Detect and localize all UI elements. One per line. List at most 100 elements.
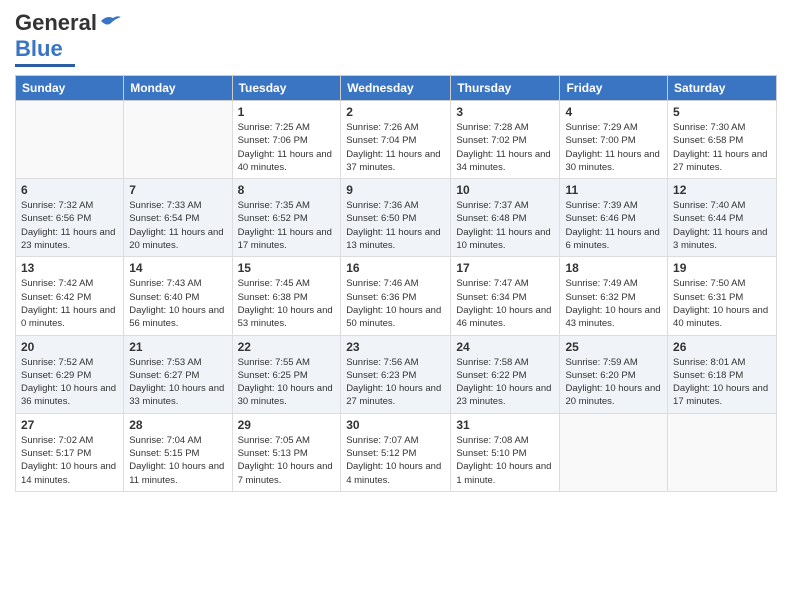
calendar-cell: 22 Sunrise: 7:55 AMSunset: 6:25 PMDayligh…	[232, 335, 341, 413]
day-number: 20	[21, 340, 118, 354]
weekday-header-thursday: Thursday	[451, 76, 560, 101]
day-info: Sunrise: 7:45 AMSunset: 6:38 PMDaylight:…	[238, 277, 336, 330]
weekday-header-monday: Monday	[124, 76, 232, 101]
day-number: 3	[456, 105, 554, 119]
day-info: Sunrise: 7:52 AMSunset: 6:29 PMDaylight:…	[21, 356, 118, 409]
calendar-cell: 10 Sunrise: 7:37 AMSunset: 6:48 PMDayligh…	[451, 179, 560, 257]
calendar-week-row: 27 Sunrise: 7:02 AMSunset: 5:17 PMDayligh…	[16, 413, 777, 491]
calendar-cell	[16, 101, 124, 179]
day-number: 16	[346, 261, 445, 275]
calendar-cell: 30Sunrise: 7:07 AMSunset: 5:12 PMDayligh…	[341, 413, 451, 491]
calendar-cell: 3 Sunrise: 7:28 AMSunset: 7:02 PMDaylight…	[451, 101, 560, 179]
calendar-cell: 18Sunrise: 7:49 AMSunset: 6:32 PMDayligh…	[560, 257, 668, 335]
day-number: 5	[673, 105, 771, 119]
calendar-cell: 20 Sunrise: 7:52 AMSunset: 6:29 PMDayligh…	[16, 335, 124, 413]
weekday-header-saturday: Saturday	[668, 76, 777, 101]
calendar-cell: 8 Sunrise: 7:35 AMSunset: 6:52 PMDaylight…	[232, 179, 341, 257]
calendar-cell: 1 Sunrise: 7:25 AMSunset: 7:06 PMDaylight…	[232, 101, 341, 179]
logo-general: General	[15, 10, 97, 36]
day-number: 28	[129, 418, 226, 432]
day-number: 25	[565, 340, 662, 354]
day-number: 9	[346, 183, 445, 197]
day-info: Sunrise: 7:05 AMSunset: 5:13 PMDaylight:…	[238, 434, 336, 487]
day-info: Sunrise: 7:02 AMSunset: 5:17 PMDaylight:…	[21, 434, 118, 487]
day-number: 11	[565, 183, 662, 197]
calendar-cell: 7 Sunrise: 7:33 AMSunset: 6:54 PMDaylight…	[124, 179, 232, 257]
day-info: Sunrise: 7:55 AMSunset: 6:25 PMDaylight:…	[238, 356, 336, 409]
logo-bird-icon	[99, 13, 121, 29]
day-number: 14	[129, 261, 226, 275]
calendar-week-row: 13 Sunrise: 7:42 AMSunset: 6:42 PMDayligh…	[16, 257, 777, 335]
calendar-cell: 17Sunrise: 7:47 AMSunset: 6:34 PMDayligh…	[451, 257, 560, 335]
day-number: 17	[456, 261, 554, 275]
day-info: Sunrise: 7:46 AMSunset: 6:36 PMDaylight:…	[346, 277, 445, 330]
day-info: Sunrise: 7:56 AMSunset: 6:23 PMDaylight:…	[346, 356, 445, 409]
logo-underline	[15, 64, 75, 67]
day-number: 22	[238, 340, 336, 354]
day-info: Sunrise: 7:50 AMSunset: 6:31 PMDaylight:…	[673, 277, 771, 330]
day-number: 15	[238, 261, 336, 275]
day-number: 12	[673, 183, 771, 197]
day-number: 31	[456, 418, 554, 432]
calendar-cell: 23 Sunrise: 7:56 AMSunset: 6:23 PMDayligh…	[341, 335, 451, 413]
calendar-cell: 19 Sunrise: 7:50 AMSunset: 6:31 PMDayligh…	[668, 257, 777, 335]
calendar-cell: 31 Sunrise: 7:08 AMSunset: 5:10 PMDayligh…	[451, 413, 560, 491]
calendar-cell: 2Sunrise: 7:26 AMSunset: 7:04 PMDaylight…	[341, 101, 451, 179]
day-number: 7	[129, 183, 226, 197]
day-info: Sunrise: 7:30 AMSunset: 6:58 PMDaylight:…	[673, 121, 771, 174]
calendar-cell: 6 Sunrise: 7:32 AMSunset: 6:56 PMDaylight…	[16, 179, 124, 257]
day-number: 23	[346, 340, 445, 354]
day-info: Sunrise: 7:28 AMSunset: 7:02 PMDaylight:…	[456, 121, 554, 174]
day-info: Sunrise: 7:59 AMSunset: 6:20 PMDaylight:…	[565, 356, 662, 409]
calendar-cell: 26Sunrise: 8:01 AMSunset: 6:18 PMDayligh…	[668, 335, 777, 413]
calendar-cell: 11Sunrise: 7:39 AMSunset: 6:46 PMDayligh…	[560, 179, 668, 257]
calendar-cell: 28 Sunrise: 7:04 AMSunset: 5:15 PMDayligh…	[124, 413, 232, 491]
calendar-cell: 13 Sunrise: 7:42 AMSunset: 6:42 PMDayligh…	[16, 257, 124, 335]
day-info: Sunrise: 7:40 AMSunset: 6:44 PMDaylight:…	[673, 199, 771, 252]
calendar-week-row: 20 Sunrise: 7:52 AMSunset: 6:29 PMDayligh…	[16, 335, 777, 413]
calendar-cell: 12 Sunrise: 7:40 AMSunset: 6:44 PMDayligh…	[668, 179, 777, 257]
day-info: Sunrise: 7:07 AMSunset: 5:12 PMDaylight:…	[346, 434, 445, 487]
calendar-cell: 15 Sunrise: 7:45 AMSunset: 6:38 PMDayligh…	[232, 257, 341, 335]
day-number: 1	[238, 105, 336, 119]
day-number: 4	[565, 105, 662, 119]
day-info: Sunrise: 7:04 AMSunset: 5:15 PMDaylight:…	[129, 434, 226, 487]
day-number: 19	[673, 261, 771, 275]
day-info: Sunrise: 7:53 AMSunset: 6:27 PMDaylight:…	[129, 356, 226, 409]
day-number: 27	[21, 418, 118, 432]
logo-blue: Blue	[15, 36, 63, 62]
day-info: Sunrise: 7:25 AMSunset: 7:06 PMDaylight:…	[238, 121, 336, 174]
calendar-cell	[124, 101, 232, 179]
calendar-cell: 16 Sunrise: 7:46 AMSunset: 6:36 PMDayligh…	[341, 257, 451, 335]
day-number: 24	[456, 340, 554, 354]
calendar-header-row: SundayMondayTuesdayWednesdayThursdayFrid…	[16, 76, 777, 101]
calendar-cell: 4Sunrise: 7:29 AMSunset: 7:00 PMDaylight…	[560, 101, 668, 179]
calendar-cell: 9Sunrise: 7:36 AMSunset: 6:50 PMDaylight…	[341, 179, 451, 257]
day-info: Sunrise: 7:35 AMSunset: 6:52 PMDaylight:…	[238, 199, 336, 252]
day-number: 13	[21, 261, 118, 275]
day-number: 10	[456, 183, 554, 197]
day-info: Sunrise: 7:08 AMSunset: 5:10 PMDaylight:…	[456, 434, 554, 487]
day-number: 21	[129, 340, 226, 354]
calendar-cell: 24Sunrise: 7:58 AMSunset: 6:22 PMDayligh…	[451, 335, 560, 413]
day-info: Sunrise: 7:37 AMSunset: 6:48 PMDaylight:…	[456, 199, 554, 252]
day-info: Sunrise: 7:26 AMSunset: 7:04 PMDaylight:…	[346, 121, 445, 174]
calendar-cell: 5 Sunrise: 7:30 AMSunset: 6:58 PMDaylight…	[668, 101, 777, 179]
calendar-table: SundayMondayTuesdayWednesdayThursdayFrid…	[15, 75, 777, 492]
weekday-header-tuesday: Tuesday	[232, 76, 341, 101]
weekday-header-sunday: Sunday	[16, 76, 124, 101]
day-info: Sunrise: 7:33 AMSunset: 6:54 PMDaylight:…	[129, 199, 226, 252]
page-header: General Blue	[15, 10, 777, 67]
calendar-cell: 25 Sunrise: 7:59 AMSunset: 6:20 PMDayligh…	[560, 335, 668, 413]
calendar-cell: 29Sunrise: 7:05 AMSunset: 5:13 PMDayligh…	[232, 413, 341, 491]
calendar-week-row: 6 Sunrise: 7:32 AMSunset: 6:56 PMDaylight…	[16, 179, 777, 257]
calendar-cell: 21 Sunrise: 7:53 AMSunset: 6:27 PMDayligh…	[124, 335, 232, 413]
calendar-cell: 14 Sunrise: 7:43 AMSunset: 6:40 PMDayligh…	[124, 257, 232, 335]
day-number: 8	[238, 183, 336, 197]
weekday-header-wednesday: Wednesday	[341, 76, 451, 101]
day-number: 6	[21, 183, 118, 197]
day-info: Sunrise: 7:43 AMSunset: 6:40 PMDaylight:…	[129, 277, 226, 330]
day-info: Sunrise: 7:42 AMSunset: 6:42 PMDaylight:…	[21, 277, 118, 330]
calendar-cell: 27 Sunrise: 7:02 AMSunset: 5:17 PMDayligh…	[16, 413, 124, 491]
day-info: Sunrise: 7:32 AMSunset: 6:56 PMDaylight:…	[21, 199, 118, 252]
